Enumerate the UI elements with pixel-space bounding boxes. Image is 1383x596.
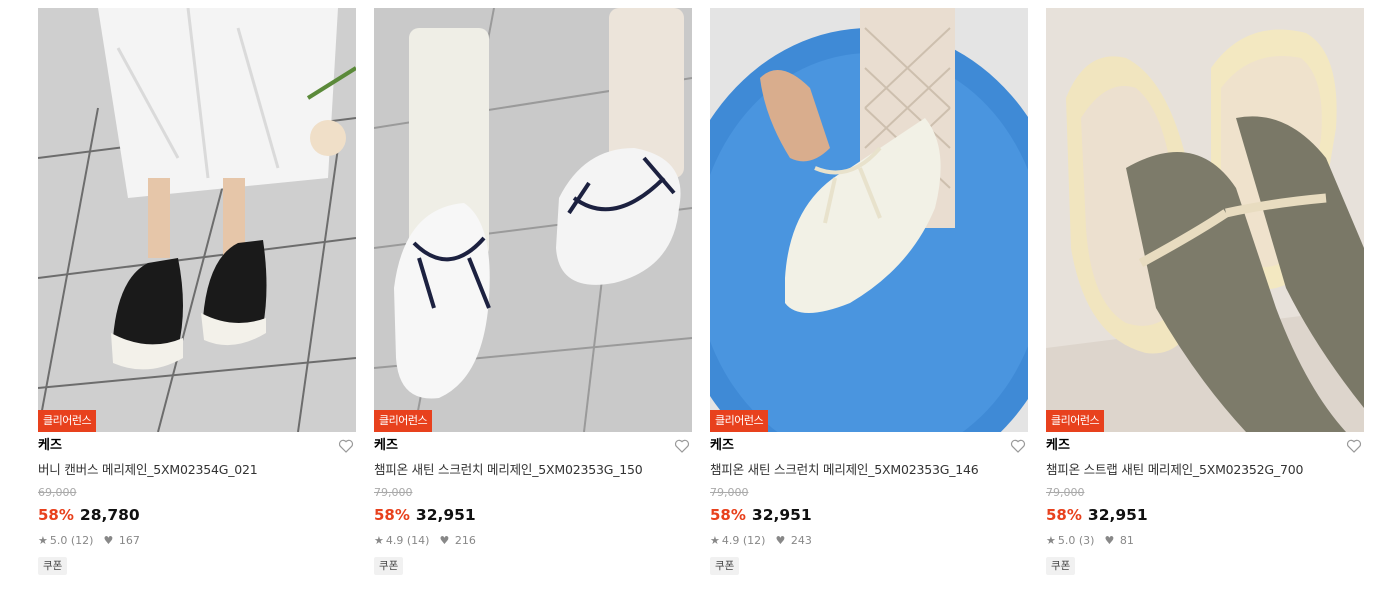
sale-price: 28,780 xyxy=(79,506,140,524)
heart-filled-icon: ♥ xyxy=(775,534,786,547)
product-image[interactable]: 클리어런스 xyxy=(710,8,1028,432)
review-count: (12) xyxy=(742,534,766,547)
sale-price: 32,951 xyxy=(751,506,812,524)
wishlist-heart-icon[interactable] xyxy=(338,438,354,454)
star-icon: ★ xyxy=(1046,534,1056,547)
product-card[interactable]: 클리어런스 케즈 챔피온 새틴 스크런치 메리제인_5XM02353G_146 … xyxy=(710,8,1028,575)
likes: ♥ 216 xyxy=(439,533,475,549)
review-count: (3) xyxy=(1078,534,1095,547)
product-card[interactable]: 클리어런스 케즈 챔피온 새틴 스크런치 메리제인_5XM02353G_150 … xyxy=(374,8,692,575)
sale-price: 32,951 xyxy=(1087,506,1148,524)
product-name[interactable]: 버니 캔버스 메리제인_5XM02354G_021 xyxy=(38,459,356,481)
like-count: 167 xyxy=(118,534,140,547)
clearance-badge: 클리어런스 xyxy=(374,410,433,432)
product-photo xyxy=(1046,8,1364,432)
product-photo xyxy=(38,8,356,432)
coupon-tag: 쿠폰 xyxy=(38,557,68,575)
coupon-tag: 쿠폰 xyxy=(710,557,740,575)
product-info: 케즈 챔피온 새틴 스크런치 메리제인_5XM02353G_146 79,000… xyxy=(710,432,1028,575)
review-meta: ★ 4.9 (14) ♥ 216 xyxy=(374,533,692,549)
discount-rate: 58% xyxy=(38,506,74,524)
original-price: 79,000 xyxy=(374,486,413,499)
product-card[interactable]: 클리어런스 케즈 챔피온 스트랩 새틴 메리제인_5XM02352G_700 7… xyxy=(1046,8,1364,575)
rating-value: 4.9 xyxy=(385,534,404,547)
review-meta: ★ 5.0 (12) ♥ 167 xyxy=(38,533,356,549)
wishlist-heart-icon[interactable] xyxy=(674,438,690,454)
like-count: 216 xyxy=(454,534,476,547)
discount-rate: 58% xyxy=(374,506,410,524)
product-photo xyxy=(374,8,692,432)
product-info: 케즈 버니 캔버스 메리제인_5XM02354G_021 69,000 58% 2… xyxy=(38,432,356,575)
original-price: 79,000 xyxy=(1046,486,1085,499)
rating-value: 4.9 xyxy=(721,534,740,547)
brand-name[interactable]: 케즈 xyxy=(710,435,1028,457)
price-row: 58% 32,951 xyxy=(710,503,1028,527)
product-grid: 클리어런스 케즈 버니 캔버스 메리제인_5XM02354G_021 69,00… xyxy=(0,0,1383,596)
product-card[interactable]: 클리어런스 케즈 버니 캔버스 메리제인_5XM02354G_021 69,00… xyxy=(38,8,356,575)
heart-filled-icon: ♥ xyxy=(439,534,450,547)
clearance-badge: 클리어런스 xyxy=(1046,410,1105,432)
product-photo xyxy=(710,8,1028,432)
wishlist-heart-icon[interactable] xyxy=(1346,438,1362,454)
product-name[interactable]: 챔피온 스트랩 새틴 메리제인_5XM02352G_700 xyxy=(1046,459,1364,481)
like-count: 81 xyxy=(1119,534,1134,547)
rating-value: 5.0 xyxy=(1057,534,1076,547)
product-info: 케즈 챔피온 스트랩 새틴 메리제인_5XM02352G_700 79,000 … xyxy=(1046,432,1364,575)
sale-price: 32,951 xyxy=(415,506,476,524)
original-price: 79,000 xyxy=(710,486,749,499)
product-image[interactable]: 클리어런스 xyxy=(38,8,356,432)
like-count: 243 xyxy=(790,534,812,547)
price-row: 58% 28,780 xyxy=(38,503,356,527)
product-info: 케즈 챔피온 새틴 스크런치 메리제인_5XM02353G_150 79,000… xyxy=(374,432,692,575)
coupon-tag: 쿠폰 xyxy=(374,557,404,575)
product-name[interactable]: 챔피온 새틴 스크런치 메리제인_5XM02353G_146 xyxy=(710,459,1028,481)
price-row: 58% 32,951 xyxy=(374,503,692,527)
review-meta: ★ 4.9 (12) ♥ 243 xyxy=(710,533,1028,549)
price-row: 58% 32,951 xyxy=(1046,503,1364,527)
discount-rate: 58% xyxy=(710,506,746,524)
discount-rate: 58% xyxy=(1046,506,1082,524)
star-icon: ★ xyxy=(374,534,384,547)
rating-value: 5.0 xyxy=(49,534,68,547)
product-name[interactable]: 챔피온 새틴 스크런치 메리제인_5XM02353G_150 xyxy=(374,459,692,481)
review-count: (14) xyxy=(406,534,430,547)
coupon-tag: 쿠폰 xyxy=(1046,557,1076,575)
heart-filled-icon: ♥ xyxy=(103,534,114,547)
likes: ♥ 243 xyxy=(775,533,811,549)
star-icon: ★ xyxy=(38,534,48,547)
wishlist-heart-icon[interactable] xyxy=(1010,438,1026,454)
clearance-badge: 클리어런스 xyxy=(38,410,97,432)
clearance-badge: 클리어런스 xyxy=(710,410,769,432)
likes: ♥ 81 xyxy=(1104,533,1133,549)
brand-name[interactable]: 케즈 xyxy=(38,435,356,457)
product-image[interactable]: 클리어런스 xyxy=(374,8,692,432)
brand-name[interactable]: 케즈 xyxy=(374,435,692,457)
original-price: 69,000 xyxy=(38,486,77,499)
brand-name[interactable]: 케즈 xyxy=(1046,435,1364,457)
star-icon: ★ xyxy=(710,534,720,547)
review-meta: ★ 5.0 (3) ♥ 81 xyxy=(1046,533,1364,549)
likes: ♥ 167 xyxy=(103,533,139,549)
product-image[interactable]: 클리어런스 xyxy=(1046,8,1364,432)
review-count: (12) xyxy=(70,534,94,547)
heart-filled-icon: ♥ xyxy=(1104,534,1115,547)
